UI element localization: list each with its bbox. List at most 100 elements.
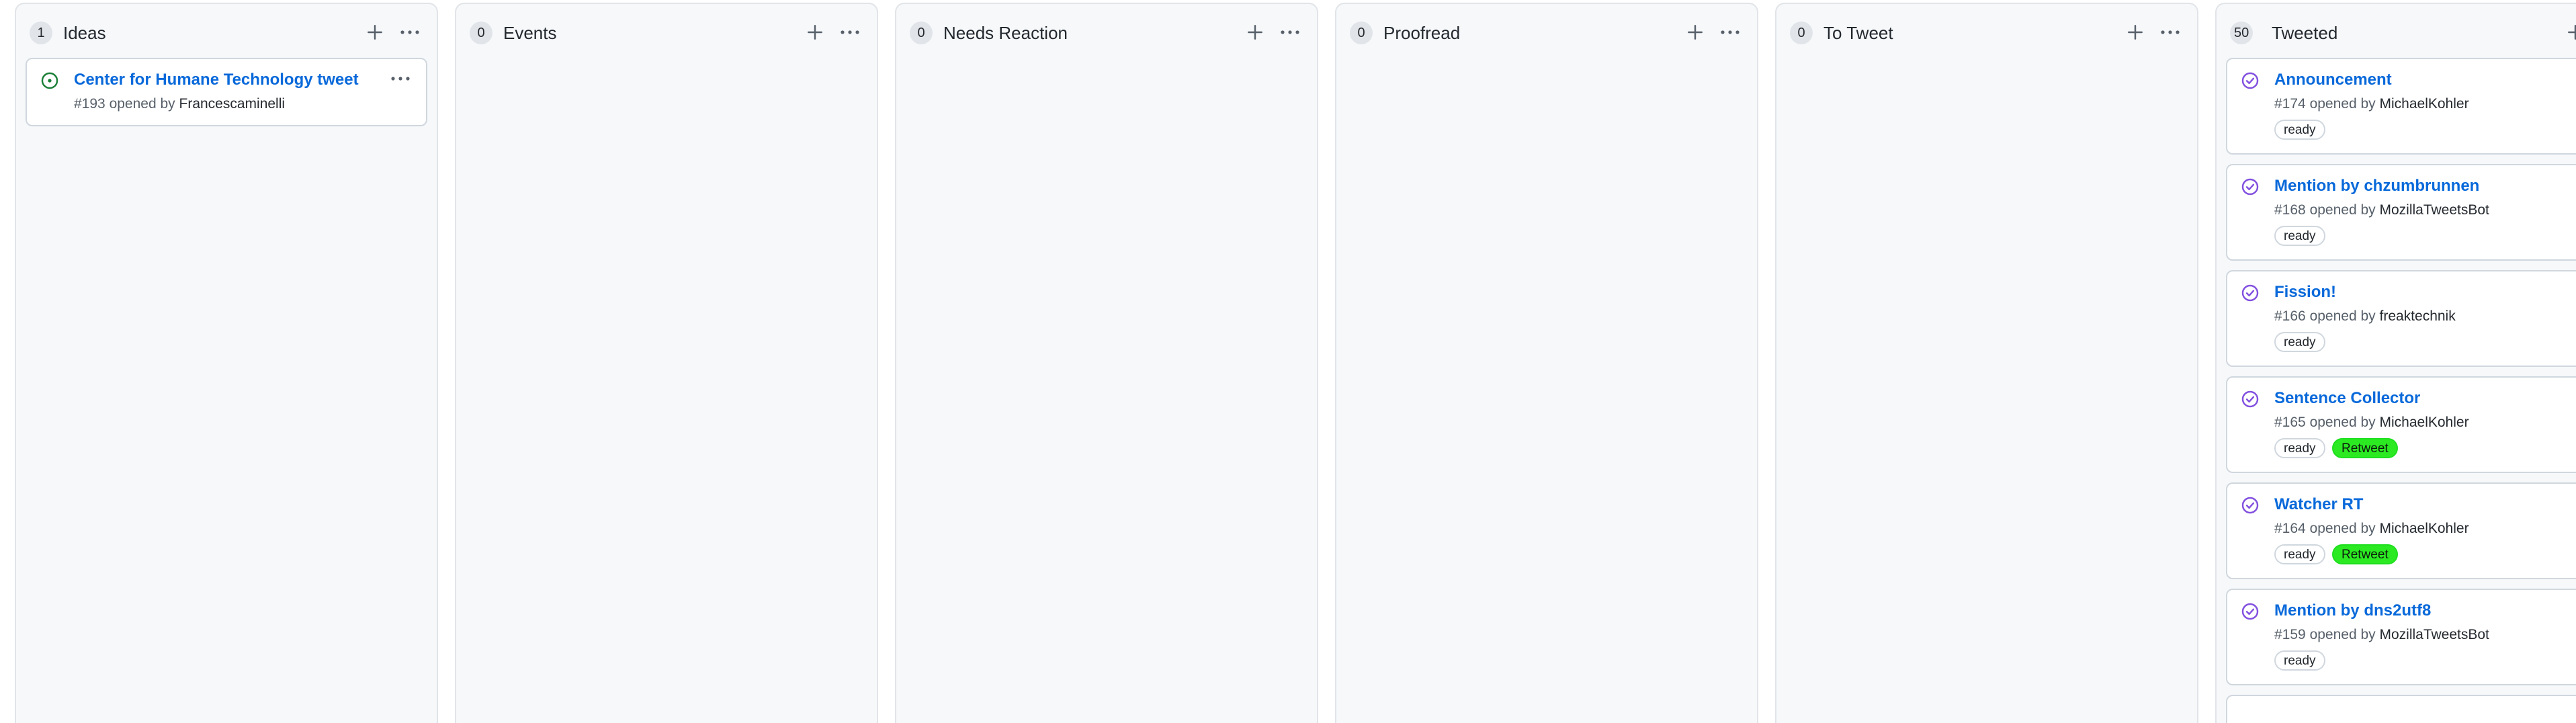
- issue-title-link[interactable]: Mention by dns2utf8: [2274, 599, 2576, 622]
- issue-title-link[interactable]: Fission!: [2274, 281, 2576, 304]
- label-retweet[interactable]: Retweet: [2331, 438, 2398, 458]
- column-title: Tweeted: [2272, 23, 2338, 43]
- issue-card[interactable]: Mention by chzumbrunnen #168 opened by M…: [2226, 164, 2576, 261]
- column-title: To Tweet: [1823, 23, 1893, 43]
- opened-by-text: opened by: [2309, 415, 2376, 430]
- issue-card[interactable]: [2226, 695, 2576, 723]
- project-board: 1 Ideas Center for Humane Technology twe…: [0, 0, 2576, 723]
- issue-number: #166: [2274, 308, 2306, 324]
- issue-meta: #174 opened by MichaelKohler: [2274, 94, 2576, 114]
- kebab-horizontal-icon[interactable]: [396, 19, 423, 46]
- opened-by-text: opened by: [109, 96, 175, 112]
- issue-number: #174: [2274, 96, 2306, 112]
- column-title: Proofread: [1383, 23, 1461, 43]
- label-ready[interactable]: ready: [2274, 650, 2325, 671]
- issue-closed-icon: [2241, 284, 2259, 302]
- issue-meta: #165 opened by MichaelKohler: [2274, 413, 2576, 433]
- column-count-badge: 50: [2230, 22, 2253, 44]
- issue-author-link[interactable]: freaktechnik: [2380, 308, 2456, 324]
- issue-number: #165: [2274, 415, 2306, 430]
- issue-card[interactable]: Fission! #166 opened by freaktechnik rea…: [2226, 270, 2576, 367]
- column-tweeted: 50 Tweeted Announcement #174 opened by M…: [2215, 3, 2576, 723]
- issue-title-link[interactable]: Mention by chzumbrunnen: [2274, 175, 2576, 198]
- column-header: 1 Ideas: [16, 4, 437, 58]
- column-header: 0 Proofread: [1336, 4, 1757, 58]
- issue-author-link[interactable]: MichaelKohler: [2380, 415, 2469, 430]
- issue-labels: ready: [2274, 332, 2576, 355]
- issue-card[interactable]: Watcher RT #164 opened by MichaelKohler …: [2226, 482, 2576, 579]
- issue-closed-icon: [2241, 178, 2259, 196]
- plus-icon[interactable]: [2562, 19, 2576, 46]
- column-header: 0 To Tweet: [1776, 4, 2197, 58]
- label-ready[interactable]: ready: [2274, 332, 2325, 352]
- kebab-horizontal-icon[interactable]: [1717, 19, 1744, 46]
- issue-card[interactable]: Mention by dns2utf8 #159 opened by Mozil…: [2226, 589, 2576, 685]
- column-cards: Center for Humane Technology tweet #193 …: [26, 58, 427, 136]
- column-cards: Announcement #174 opened by MichaelKohle…: [2226, 58, 2576, 723]
- opened-by-text: opened by: [2309, 96, 2376, 112]
- column-to-tweet: 0 To Tweet: [1775, 3, 2198, 723]
- label-ready[interactable]: ready: [2274, 226, 2325, 246]
- column-count-badge: 0: [910, 22, 933, 44]
- issue-closed-icon: [2241, 603, 2259, 620]
- card-kebab-horizontal-icon[interactable]: [387, 69, 414, 89]
- label-ready[interactable]: ready: [2274, 120, 2325, 140]
- kebab-horizontal-icon[interactable]: [2157, 19, 2184, 46]
- opened-by-text: opened by: [2309, 308, 2376, 324]
- kebab-horizontal-icon[interactable]: [836, 19, 863, 46]
- plus-icon[interactable]: [2122, 19, 2149, 46]
- issue-closed-icon: [2241, 72, 2259, 89]
- issue-author-link[interactable]: MozillaTweetsBot: [2380, 202, 2489, 218]
- issue-title-link[interactable]: Watcher RT: [2274, 493, 2576, 516]
- column-count-badge: 0: [470, 22, 492, 44]
- issue-meta: #193 opened by Francescaminelli: [74, 94, 379, 114]
- column-header: 0 Needs Reaction: [896, 4, 1317, 58]
- column-header: 50 Tweeted: [2217, 4, 2576, 58]
- issue-card[interactable]: Announcement #174 opened by MichaelKohle…: [2226, 58, 2576, 155]
- issue-author-link[interactable]: MozillaTweetsBot: [2380, 627, 2489, 642]
- column-count-badge: 0: [1790, 22, 1813, 44]
- issue-meta: #166 opened by freaktechnik: [2274, 306, 2576, 327]
- opened-by-text: opened by: [2309, 521, 2376, 536]
- column-ideas: 1 Ideas Center for Humane Technology twe…: [15, 3, 438, 723]
- issue-card[interactable]: Sentence Collector #165 opened by Michae…: [2226, 376, 2576, 473]
- issue-labels: ready Retweet: [2274, 438, 2576, 461]
- column-count-badge: 1: [30, 22, 52, 44]
- kebab-horizontal-icon[interactable]: [1277, 19, 1303, 46]
- issue-number: #193: [74, 96, 105, 112]
- plus-icon[interactable]: [1242, 19, 1269, 46]
- column-events: 0 Events: [455, 3, 878, 723]
- issue-labels: ready: [2274, 120, 2576, 142]
- column-header: 0 Events: [456, 4, 877, 58]
- issue-closed-icon: [2241, 390, 2259, 408]
- issue-author-link[interactable]: MichaelKohler: [2380, 96, 2469, 112]
- opened-by-text: opened by: [2309, 627, 2376, 642]
- label-ready[interactable]: ready: [2274, 438, 2325, 458]
- label-retweet[interactable]: Retweet: [2331, 544, 2398, 564]
- column-title: Needs Reaction: [943, 23, 1068, 43]
- issue-number: #164: [2274, 521, 2306, 536]
- issue-opened-icon: [41, 72, 58, 89]
- plus-icon[interactable]: [1682, 19, 1709, 46]
- plus-icon[interactable]: [361, 19, 388, 46]
- column-count-badge: 0: [1350, 22, 1373, 44]
- column-title: Events: [503, 23, 557, 43]
- issue-labels: ready Retweet: [2274, 544, 2576, 567]
- opened-by-text: opened by: [2309, 202, 2376, 218]
- issue-labels: ready: [2274, 650, 2576, 673]
- column-proofread: 0 Proofread: [1335, 3, 1758, 723]
- issue-title-link[interactable]: Center for Humane Technology tweet: [74, 69, 379, 91]
- issue-closed-icon: [2241, 497, 2259, 514]
- issue-labels: ready: [2274, 226, 2576, 249]
- column-title: Ideas: [63, 23, 106, 43]
- issue-meta: #164 opened by MichaelKohler: [2274, 519, 2576, 539]
- issue-card[interactable]: Center for Humane Technology tweet #193 …: [26, 58, 427, 126]
- issue-author-link[interactable]: MichaelKohler: [2380, 521, 2469, 536]
- column-needs-reaction: 0 Needs Reaction: [895, 3, 1318, 723]
- issue-title-link[interactable]: Announcement: [2274, 69, 2576, 91]
- plus-icon[interactable]: [802, 19, 828, 46]
- label-ready[interactable]: ready: [2274, 544, 2325, 564]
- issue-title-link[interactable]: Sentence Collector: [2274, 387, 2576, 410]
- issue-number: #168: [2274, 202, 2306, 218]
- issue-author-link[interactable]: Francescaminelli: [179, 96, 286, 112]
